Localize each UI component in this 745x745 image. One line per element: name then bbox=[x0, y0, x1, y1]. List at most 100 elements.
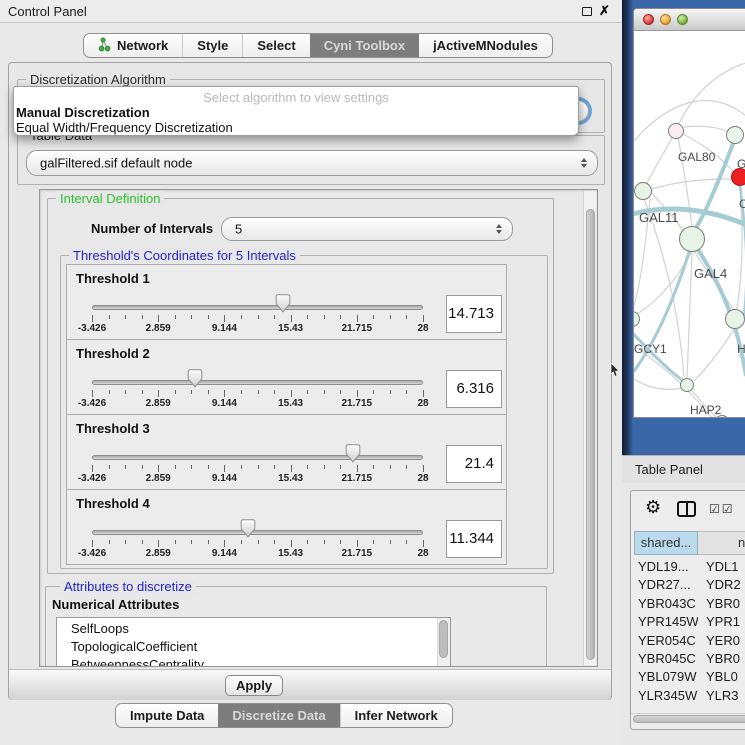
network-node-gal4[interactable] bbox=[679, 226, 705, 252]
column-layout-icon[interactable] bbox=[677, 501, 696, 517]
threshold-value-field[interactable]: 21.4 bbox=[446, 445, 502, 483]
dropdown-option-manual-discretization[interactable]: Manual Discretization bbox=[16, 105, 150, 120]
table-row[interactable]: YBL079WYBL0 bbox=[634, 668, 745, 686]
horizontal-scrollbar-thumb[interactable] bbox=[633, 715, 745, 723]
cell-shared-name[interactable]: YER054C bbox=[634, 632, 698, 650]
close-icon[interactable]: ✗ bbox=[599, 3, 610, 19]
slider-track[interactable] bbox=[92, 530, 423, 535]
cell-shared-name[interactable]: YLR345W bbox=[634, 687, 698, 704]
slider-tick-label: 15.43 bbox=[278, 548, 303, 559]
column-header-name[interactable]: name bbox=[698, 531, 745, 555]
minimize-traffic-light[interactable] bbox=[660, 14, 671, 25]
network-view-window[interactable]: GAL80GCGAL11GAL4GCY1HHAP2 bbox=[633, 8, 745, 418]
network-canvas[interactable]: GAL80GCGAL11GAL4GCY1HHAP2 bbox=[634, 31, 745, 417]
table-row[interactable]: YER054CYER0 bbox=[634, 632, 745, 650]
network-node-g[interactable] bbox=[726, 126, 744, 144]
threshold-value-field[interactable]: 6.316 bbox=[446, 370, 502, 408]
cell-name[interactable]: YBL0 bbox=[698, 668, 738, 686]
cell-name[interactable]: YPR1 bbox=[698, 613, 740, 631]
zoom-traffic-light[interactable] bbox=[677, 14, 688, 25]
attribute-item[interactable]: TopologicalCoefficient bbox=[71, 638, 450, 656]
network-node-h[interactable] bbox=[725, 309, 745, 329]
slider-tick bbox=[340, 540, 341, 544]
tab-select[interactable]: Select bbox=[242, 34, 309, 57]
cell-shared-name[interactable]: YDL19... bbox=[634, 558, 698, 576]
threshold-slider[interactable]: -3.4262.8599.14415.4321.71528 bbox=[92, 490, 423, 566]
table-row[interactable]: YBR045CYBR0 bbox=[634, 650, 745, 668]
threshold-list: Threshold 1-3.4262.8599.14415.4321.71528… bbox=[66, 265, 507, 565]
list-scrollbar[interactable] bbox=[437, 618, 450, 667]
tab-style[interactable]: Style bbox=[182, 34, 242, 57]
slider-tick bbox=[324, 465, 325, 469]
slider-tick bbox=[390, 540, 391, 544]
slider-tick bbox=[390, 390, 391, 394]
number-of-intervals-select[interactable]: 5 bbox=[221, 217, 513, 241]
vertical-scrollbar-thumb[interactable] bbox=[586, 209, 595, 660]
tab-impute-data[interactable]: Impute Data bbox=[116, 704, 218, 727]
gear-icon[interactable]: ⚙ bbox=[645, 498, 661, 516]
horizontal-scrollbar[interactable] bbox=[631, 713, 745, 724]
network-node-c[interactable] bbox=[731, 168, 745, 186]
network-node-gal11[interactable] bbox=[634, 182, 652, 200]
slider-tick bbox=[274, 540, 275, 544]
table-row[interactable]: YDR27...YDR2 bbox=[634, 576, 745, 594]
cell-name[interactable]: YLR3 bbox=[698, 687, 739, 704]
numerical-attributes-heading: Numerical Attributes bbox=[52, 597, 179, 612]
select-columns-icon[interactable]: ☑☑ bbox=[709, 502, 735, 516]
table-row[interactable]: YBR043CYBR0 bbox=[634, 595, 745, 613]
tab-jactivemnodules[interactable]: jActiveMNodules bbox=[419, 34, 552, 57]
table-row[interactable]: YLR345WYLR3 bbox=[634, 687, 745, 704]
vertical-scrollbar[interactable] bbox=[583, 191, 596, 665]
apply-button[interactable]: Apply bbox=[225, 675, 283, 696]
threshold-slider[interactable]: -3.4262.8599.14415.4321.71528 bbox=[92, 265, 423, 341]
slider-thumb[interactable] bbox=[240, 519, 256, 538]
slider-thumb[interactable] bbox=[275, 294, 291, 313]
slider-tick bbox=[241, 315, 242, 319]
table-data-select[interactable]: galFiltered.sif default node bbox=[26, 150, 598, 176]
slider-tick bbox=[125, 315, 126, 319]
list-scrollbar-thumb[interactable] bbox=[439, 620, 448, 658]
slider-tick bbox=[175, 315, 176, 319]
tab-network[interactable]: Network bbox=[84, 34, 182, 57]
slider-track[interactable] bbox=[92, 380, 423, 385]
close-traffic-light[interactable] bbox=[643, 14, 654, 25]
attribute-item[interactable]: SelfLoops bbox=[71, 620, 450, 638]
tab-cyni-toolbox[interactable]: Cyni Toolbox bbox=[310, 34, 419, 57]
cell-name[interactable]: YBR0 bbox=[698, 595, 740, 613]
slider-tick bbox=[291, 315, 292, 322]
slider-track[interactable] bbox=[92, 305, 423, 310]
slider-tick bbox=[324, 540, 325, 544]
slider-thumb[interactable] bbox=[187, 369, 203, 388]
table-row[interactable]: YPR145WYPR1 bbox=[634, 613, 745, 631]
slider-tick bbox=[340, 315, 341, 319]
slider-track[interactable] bbox=[92, 455, 423, 460]
cell-shared-name[interactable]: YBR043C bbox=[634, 595, 698, 613]
cell-shared-name[interactable]: YDR27... bbox=[634, 576, 698, 594]
threshold-slider[interactable]: -3.4262.8599.14415.4321.71528 bbox=[92, 415, 423, 491]
cell-name[interactable]: YBR0 bbox=[698, 650, 740, 668]
network-node-gal80[interactable] bbox=[668, 123, 684, 139]
attribute-item[interactable]: BetweennessCentrality bbox=[71, 656, 450, 667]
cell-name[interactable]: YER0 bbox=[698, 632, 740, 650]
cell-name[interactable]: YDL1 bbox=[698, 558, 739, 576]
cell-shared-name[interactable]: YPR145W bbox=[634, 613, 698, 631]
slider-tick bbox=[125, 540, 126, 544]
table-data-group: Table Data galFiltered.sif default node bbox=[17, 135, 605, 185]
table-row[interactable]: YDL19...YDL1 bbox=[634, 558, 745, 576]
column-header-shared-name[interactable]: shared... bbox=[634, 531, 698, 555]
settings-scrollpane: Interval Definition Number of Intervals … bbox=[39, 189, 598, 667]
slider-thumb[interactable] bbox=[345, 444, 361, 463]
slider-tick bbox=[92, 315, 93, 322]
network-node-hap2[interactable] bbox=[680, 378, 694, 392]
tab-infer-network[interactable]: Infer Network bbox=[340, 704, 452, 727]
cell-shared-name[interactable]: YBR045C bbox=[634, 650, 698, 668]
tab-discretize-data[interactable]: Discretize Data bbox=[218, 704, 339, 727]
float-window-icon[interactable] bbox=[582, 7, 592, 16]
threshold-slider[interactable]: -3.4262.8599.14415.4321.71528 bbox=[92, 340, 423, 416]
cell-shared-name[interactable]: YBL079W bbox=[634, 668, 698, 686]
table-panel-title: Table Panel bbox=[635, 462, 703, 477]
threshold-value-field[interactable]: 14.713 bbox=[446, 295, 502, 333]
dropdown-option-equal-width-frequency[interactable]: Equal Width/Frequency Discretization bbox=[16, 120, 233, 135]
cell-name[interactable]: YDR2 bbox=[698, 576, 741, 594]
threshold-value-field[interactable]: 11.344 bbox=[446, 520, 502, 558]
